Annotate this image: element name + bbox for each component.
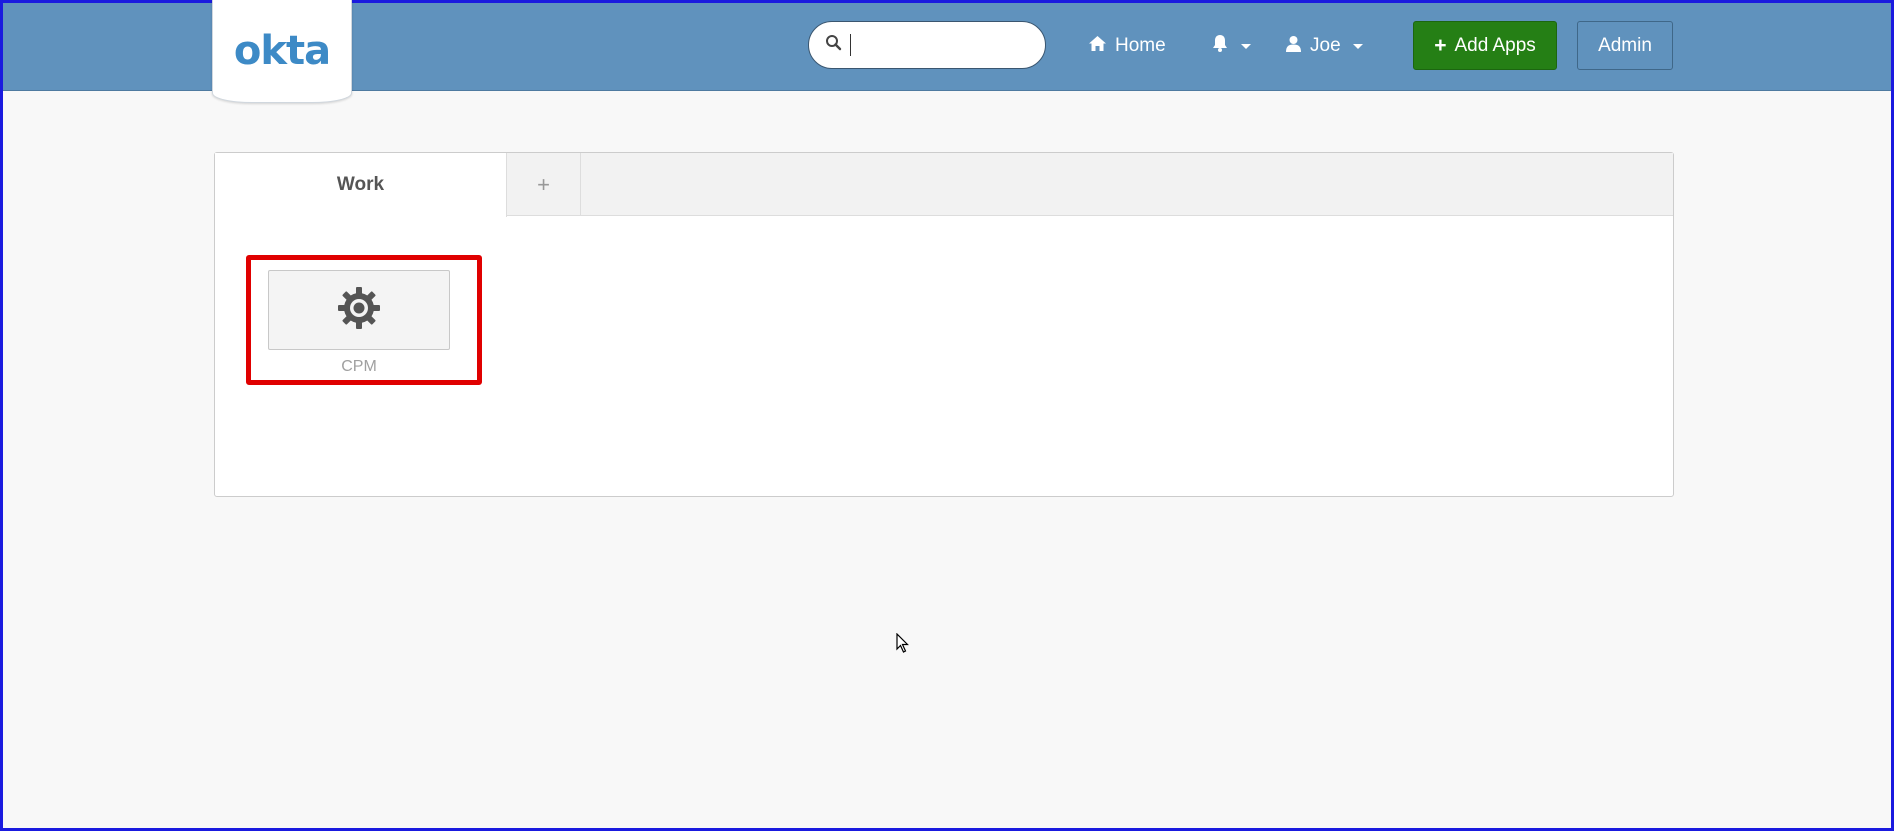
tab-work-label: Work	[336, 174, 385, 195]
search-icon	[825, 34, 842, 56]
tab-work[interactable]: Work	[215, 153, 507, 217]
user-name: Joe	[1310, 35, 1341, 56]
text-caret	[850, 34, 851, 56]
add-apps-button[interactable]: + Add Apps	[1413, 21, 1557, 70]
admin-button[interactable]: Admin	[1577, 21, 1673, 70]
app-label-cpm: CPM	[341, 358, 377, 375]
chevron-down-icon	[1352, 43, 1363, 49]
apps-panel: Work + CPM	[214, 152, 1674, 497]
top-navigation-bar: okta Home Joe + Add Apps Admin	[3, 0, 1891, 103]
add-tab-button[interactable]: +	[507, 153, 581, 216]
add-apps-label: Add Apps	[1454, 34, 1536, 56]
user-icon	[1285, 35, 1302, 58]
okta-logo[interactable]: okta	[212, 0, 352, 103]
home-link[interactable]: Home	[1088, 29, 1166, 63]
add-tab-label: +	[537, 171, 550, 197]
home-label: Home	[1115, 35, 1166, 56]
bell-icon	[1211, 34, 1229, 59]
user-menu-dropdown[interactable]: Joe	[1285, 29, 1363, 63]
notifications-dropdown[interactable]	[1211, 29, 1251, 63]
logo-text: okta	[233, 28, 331, 74]
search-input[interactable]	[808, 21, 1046, 69]
chevron-down-icon	[1241, 43, 1251, 49]
gear-icon	[337, 286, 381, 335]
mouse-cursor-icon	[896, 632, 910, 658]
plus-icon: +	[1434, 33, 1447, 57]
admin-label: Admin	[1598, 34, 1652, 56]
home-icon	[1088, 35, 1107, 58]
app-tile-cpm[interactable]	[268, 270, 450, 350]
